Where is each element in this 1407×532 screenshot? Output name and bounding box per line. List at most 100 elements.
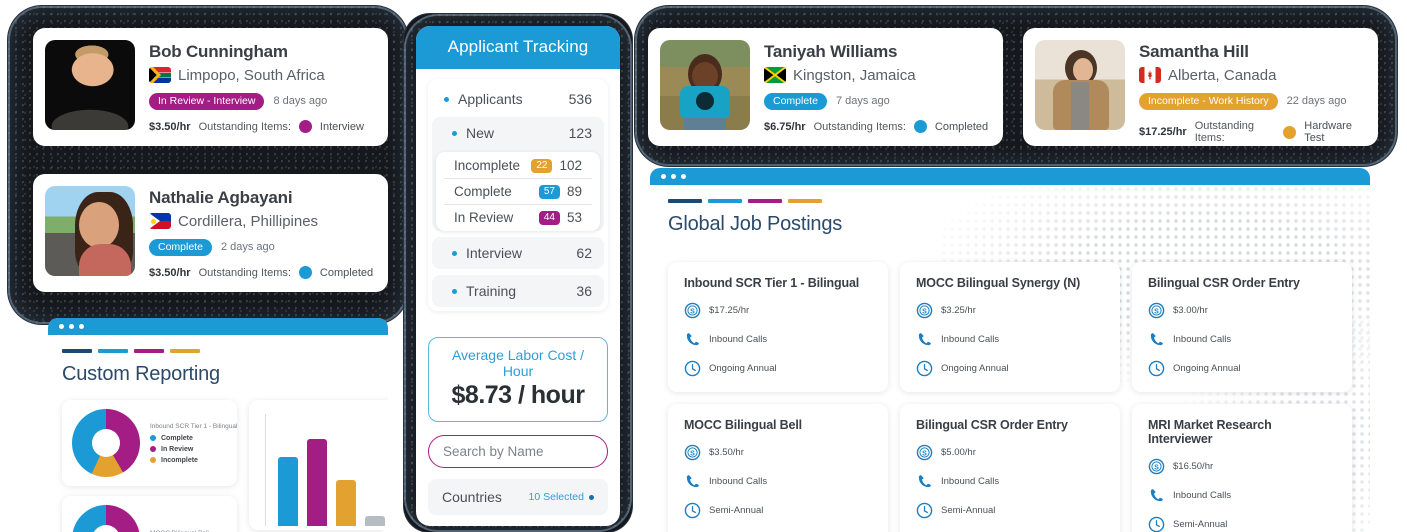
- job-posting-card[interactable]: Inbound SCR Tier 1 - Bilingual S $17.25/…: [668, 262, 888, 392]
- job-rate-row: S $3.25/hr: [916, 302, 1104, 319]
- tracking-row-label: Interview: [466, 245, 523, 261]
- tracking-row-interview[interactable]: Interview 62: [432, 237, 604, 269]
- job-rate: $3.25/hr: [941, 305, 976, 316]
- applicant-card[interactable]: Taniyah Williams Kingston, Jamaica Compl…: [648, 28, 1003, 146]
- job-rate: $16.50/hr: [1173, 461, 1214, 472]
- outstanding-items-label: Outstanding Items:: [1194, 120, 1255, 145]
- bar: [278, 456, 298, 526]
- global-job-postings-panel: Global Job Postings Inbound SCR Tier 1 -…: [650, 168, 1370, 532]
- accent-bar-navy: [62, 349, 92, 353]
- reporting-charts-row: Inbound SCR Tier 1 - Bilingual Complete …: [62, 400, 388, 532]
- job-term-row: Semi-Annual: [1148, 516, 1336, 532]
- dollar-icon: S: [684, 444, 701, 461]
- tracking-nested-badge: 44: [538, 210, 560, 225]
- window-dot-icon[interactable]: [681, 174, 686, 179]
- bar-chart-card[interactable]: [249, 400, 388, 530]
- job-posting-card[interactable]: Bilingual CSR Order Entry S $3.00/hr Inb…: [1132, 262, 1352, 392]
- applicant-card[interactable]: Nathalie Agbayani Cordillera, Phillipine…: [33, 174, 388, 292]
- outstanding-items-label: Outstanding Items:: [198, 266, 291, 279]
- tracking-row-applicants[interactable]: Applicants 536: [432, 83, 604, 115]
- job-posting-card[interactable]: MOCC Bilingual Synergy (N) S $3.25/hr In…: [900, 262, 1120, 392]
- applicant-status-row: In Review - Interview 8 days ago: [149, 92, 376, 111]
- job-rate: $5.00/hr: [941, 447, 976, 458]
- outstanding-items-value: Completed: [934, 120, 989, 133]
- status-badge[interactable]: Complete: [764, 92, 827, 111]
- window-dot-icon[interactable]: [671, 174, 676, 179]
- accent-bar-orange: [170, 349, 200, 353]
- job-title: MOCC Bilingual Bell: [684, 418, 802, 432]
- clock-icon: [916, 502, 933, 519]
- job-title: MOCC Bilingual Synergy (N): [916, 276, 1081, 290]
- donut-chart-card[interactable]: MOCC Bilingual Bell Complete: [62, 496, 237, 532]
- countries-selected: 10 Selected: [529, 491, 594, 503]
- job-term: Semi-Annual: [941, 505, 996, 516]
- tracking-row-label: Applicants: [458, 91, 523, 107]
- job-title: Inbound SCR Tier 1 - Bilingual: [684, 276, 860, 290]
- job-posting-card[interactable]: MRI Market Research Interviewer S $16.50…: [1132, 404, 1352, 532]
- donut-chart-card[interactable]: Inbound SCR Tier 1 - Bilingual Complete …: [62, 400, 237, 486]
- countries-filter[interactable]: Countries 10 Selected: [428, 479, 608, 515]
- tracking-nested-row-complete[interactable]: Complete 57 89: [444, 179, 592, 205]
- applicant-location: Limpopo, South Africa: [178, 66, 325, 84]
- applicant-timestamp: 2 days ago: [220, 241, 275, 254]
- job-term: Semi-Annual: [709, 505, 764, 516]
- outstanding-items-dot: [1283, 125, 1297, 139]
- search-by-name-box[interactable]: [428, 435, 620, 468]
- accent-bar-navy: [668, 199, 702, 203]
- legend-item: Incomplete: [150, 457, 237, 464]
- clock-icon: [684, 502, 701, 519]
- status-badge[interactable]: Complete: [149, 238, 212, 257]
- job-posting-card[interactable]: MOCC Bilingual Bell S $3.50/hr Inbound C…: [668, 404, 888, 532]
- tracking-nested-row-incomplete[interactable]: Incomplete 22 102: [444, 153, 592, 179]
- applicant-card[interactable]: Samantha Hill Alberta, Canada Incomplete…: [1023, 28, 1378, 146]
- window-dot-icon[interactable]: [69, 324, 74, 329]
- job-rate-row: S $3.00/hr: [1148, 302, 1336, 319]
- tracking-row-label: Training: [466, 283, 517, 299]
- window-dot-icon[interactable]: [661, 174, 666, 179]
- window-dot-icon[interactable]: [79, 324, 84, 329]
- avatar: [660, 40, 750, 130]
- applicant-location-row: Limpopo, South Africa: [149, 67, 376, 84]
- phone-icon: [918, 333, 931, 346]
- applicant-meta-row: $3.50/hr Outstanding Items: Interview: [149, 120, 376, 134]
- accent-bar-magenta: [134, 349, 164, 353]
- countries-label: Countries: [442, 489, 502, 505]
- applicant-card[interactable]: Bob Cunningham Limpopo, South Africa In …: [33, 28, 388, 146]
- job-term: Semi-Annual: [1173, 519, 1228, 530]
- job-type-row: Inbound Calls: [1148, 331, 1336, 348]
- job-posting-card[interactable]: Bilingual CSR Order Entry S $5.00/hr Inb…: [900, 404, 1120, 532]
- accent-bar-orange: [788, 199, 822, 203]
- page-title: Custom Reporting: [62, 363, 220, 385]
- job-term-row: Semi-Annual: [916, 502, 1104, 519]
- selected-dot-icon: [589, 494, 594, 500]
- bar: [365, 515, 385, 526]
- phone-icon: [686, 475, 699, 488]
- tracking-nested-badge: 57: [538, 184, 560, 199]
- phone-icon: [686, 333, 699, 346]
- page-title: Global Job Postings: [668, 213, 843, 235]
- applicant-status-row: Incomplete - Work History 22 days ago: [1139, 92, 1366, 111]
- job-title: MRI Market Research Interviewer: [1148, 418, 1272, 446]
- tracking-nested-row-in-review[interactable]: In Review 44 53: [444, 205, 592, 230]
- outstanding-items-label: Outstanding Items:: [198, 120, 291, 133]
- applicant-name: Nathalie Agbayani: [149, 188, 293, 207]
- job-rate: $3.00/hr: [1173, 305, 1208, 316]
- custom-reporting-panel: Custom Reporting Inbound SCR Tier 1 - Bi…: [48, 318, 388, 532]
- applicant-name: Bob Cunningham: [149, 42, 288, 61]
- search-input[interactable]: [443, 444, 620, 459]
- job-term: Ongoing Annual: [941, 363, 1009, 374]
- accent-bars: [62, 349, 374, 353]
- average-labor-cost-value: $8.73 / hour: [451, 381, 585, 409]
- window-dot-icon[interactable]: [59, 324, 64, 329]
- status-badge[interactable]: In Review - Interview: [149, 92, 265, 111]
- job-title: Bilingual CSR Order Entry: [1148, 276, 1300, 290]
- tracking-row-new[interactable]: New 123: [432, 117, 604, 149]
- tracking-nested-label: Complete: [454, 184, 512, 199]
- accent-bar-blue: [708, 199, 742, 203]
- tracking-row-value: 36: [576, 283, 592, 299]
- tracking-row-training[interactable]: Training 36: [432, 275, 604, 307]
- status-badge[interactable]: Incomplete - Work History: [1139, 92, 1278, 111]
- applicant-timestamp: 22 days ago: [1286, 95, 1347, 108]
- outstanding-items-value: Hardware Test: [1304, 120, 1352, 145]
- tracking-row-value: 123: [568, 125, 592, 141]
